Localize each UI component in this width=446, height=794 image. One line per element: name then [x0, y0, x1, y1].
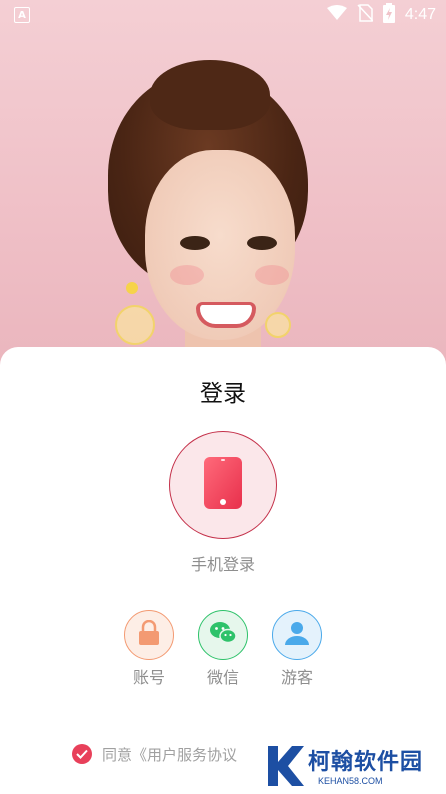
wechat-login-label[interactable]: 微信 [193, 664, 253, 688]
phone-login-label[interactable]: 手机登录 [0, 551, 446, 575]
photo-smile [196, 302, 256, 328]
watermark: 柯翰软件园 KEHAN58.COM [264, 745, 434, 791]
photo-earring-stud [126, 282, 138, 294]
hero-photo [0, 0, 446, 380]
no-sim-icon [357, 4, 374, 26]
photo-hair-bun [150, 60, 270, 130]
watermark-name: 柯翰软件园 [308, 750, 424, 775]
account-login-label[interactable]: 账号 [119, 664, 179, 688]
account-login-button[interactable] [124, 610, 174, 660]
watermark-k-logo-icon [264, 744, 304, 792]
agreement-row: 同意《用户服务协议 [72, 742, 237, 766]
checkmark-icon [76, 749, 88, 759]
phone-login-button[interactable] [169, 431, 277, 539]
photo-eye [247, 236, 277, 250]
guest-login-label[interactable]: 游客 [267, 664, 327, 688]
photo-cheek [255, 265, 289, 285]
status-bar: A 4:47 [0, 0, 446, 30]
photo-eye [180, 236, 210, 250]
photo-earring [265, 312, 291, 338]
phone-icon [203, 456, 243, 514]
clock: 4:47 [404, 6, 436, 23]
guest-login-button[interactable] [272, 610, 322, 660]
agreement-text[interactable]: 同意《用户服务协议 [102, 744, 237, 765]
agreement-checkbox[interactable] [72, 744, 92, 764]
wifi-icon [326, 5, 347, 25]
battery-charging-icon [382, 3, 395, 27]
login-title: 登录 [200, 381, 246, 407]
wechat-login-button[interactable] [198, 610, 248, 660]
user-icon [284, 620, 310, 650]
photo-earring [115, 305, 155, 345]
photo-cheek [170, 265, 204, 285]
watermark-domain: KEHAN58.COM [318, 776, 383, 786]
lock-icon [138, 619, 160, 650]
app-notification-icon: A [14, 7, 30, 23]
wechat-icon [209, 621, 237, 649]
